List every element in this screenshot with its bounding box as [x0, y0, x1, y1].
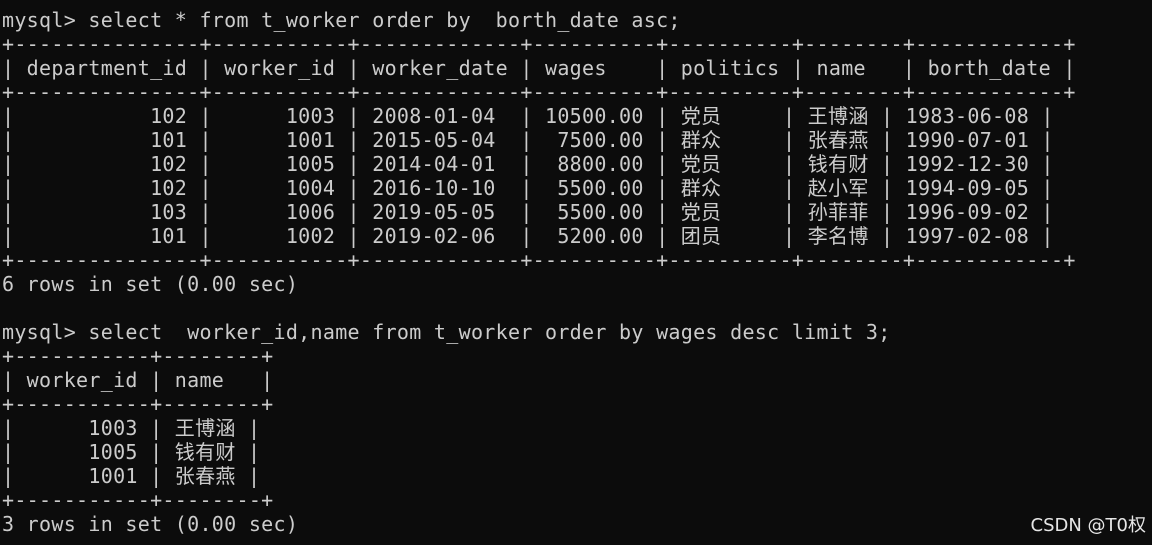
table-border-top: +-----------+--------+ — [2, 344, 274, 368]
table-row: | 101 | 1002 | 2019-02-06 | 5200.00 | 团员… — [2, 224, 1054, 248]
table-row: | 102 | 1005 | 2014-04-01 | 8800.00 | 党员… — [2, 152, 1054, 176]
table-header-separator: +-----------+--------+ — [2, 392, 274, 416]
table-row: | 1005 | 钱有财 | — [2, 440, 261, 464]
table-row: | 102 | 1004 | 2016-10-10 | 5500.00 | 群众… — [2, 176, 1054, 200]
prompt-line-query-1: mysql> select * from t_worker order by b… — [2, 8, 681, 32]
terminal-output[interactable]: mysql> select * from t_worker order by b… — [2, 8, 1076, 536]
table-row: | 103 | 1006 | 2019-05-05 | 5500.00 | 党员… — [2, 200, 1054, 224]
table-row: | 102 | 1003 | 2008-01-04 | 10500.00 | 党… — [2, 104, 1054, 128]
prompt-line-query-2: mysql> select worker_id,name from t_work… — [2, 320, 891, 344]
table-row: | 1003 | 王博涵 | — [2, 416, 261, 440]
table-border-top: +---------------+-----------+-----------… — [2, 32, 1076, 56]
table-row: | 1001 | 张春燕 | — [2, 464, 261, 488]
table-header-row: | worker_id | name | — [2, 368, 274, 392]
watermark: CSDN @T0权 — [1030, 515, 1147, 536]
table-header-separator: +---------------+-----------+-----------… — [2, 80, 1076, 104]
table-border-bottom: +---------------+-----------+-----------… — [2, 248, 1076, 272]
table-header-row: | department_id | worker_id | worker_dat… — [2, 56, 1076, 80]
result-summary: 6 rows in set (0.00 sec) — [2, 272, 299, 296]
result-summary: 3 rows in set (0.00 sec) — [2, 512, 299, 536]
table-border-bottom: +-----------+--------+ — [2, 488, 274, 512]
table-row: | 101 | 1001 | 2015-05-04 | 7500.00 | 群众… — [2, 128, 1054, 152]
